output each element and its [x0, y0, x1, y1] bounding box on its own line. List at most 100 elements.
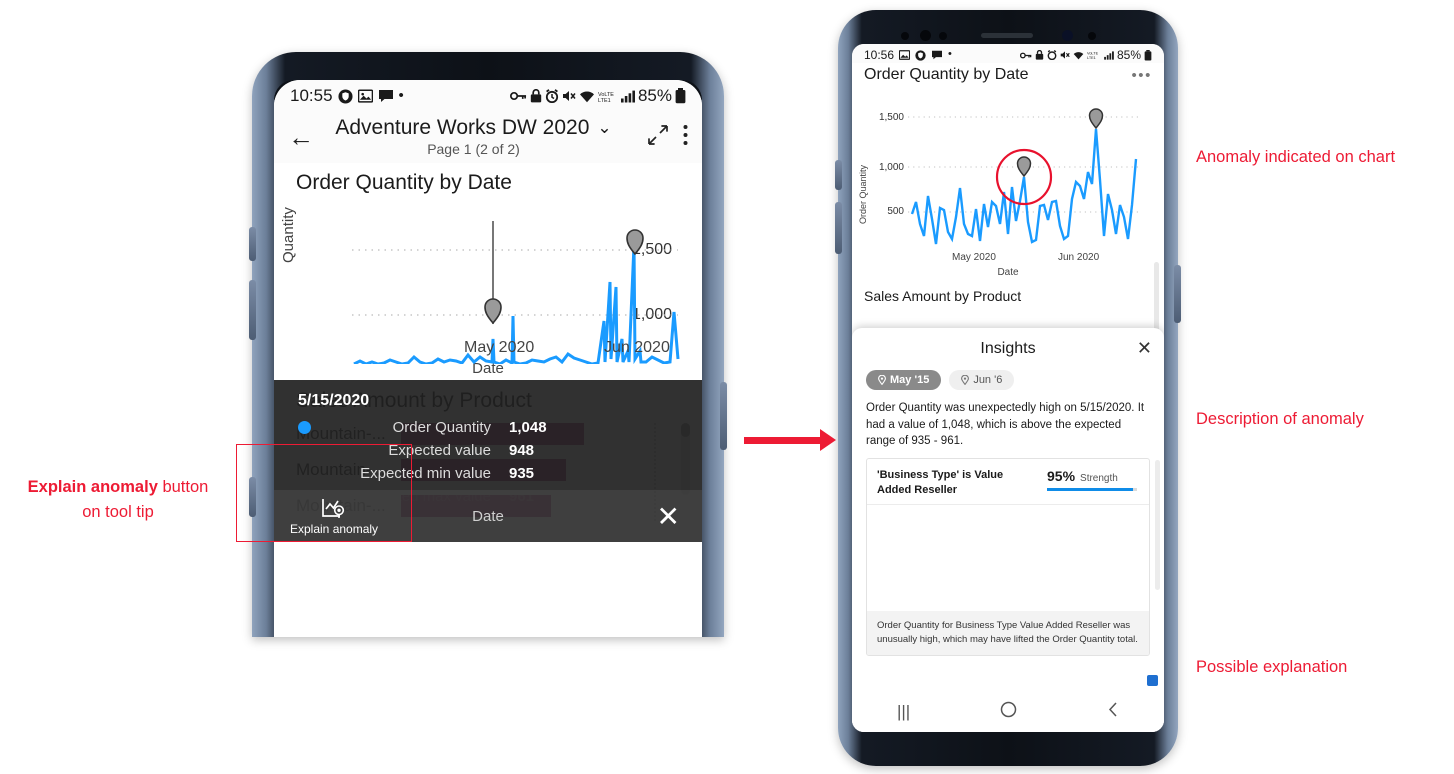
left-line-chart[interactable]: Quantity 1,500 1,000 May 2020 Jun 2020 [274, 199, 702, 364]
left-side-button[interactable] [835, 160, 842, 190]
expand-icon[interactable] [647, 124, 669, 152]
left-line-chart-title: Order Quantity by Date [296, 171, 512, 194]
transition-arrow-shaft [744, 437, 822, 444]
anomaly-marker-jun [1088, 108, 1104, 130]
right-chart-xlabel: Date [997, 267, 1019, 278]
sensor-dot-icon [1062, 30, 1073, 41]
insights-tab-label: Jun '6 [973, 374, 1003, 386]
message-icon [378, 90, 393, 102]
status-time: 10:56 [864, 48, 895, 62]
series-dot-icon [298, 421, 311, 434]
mute-icon [562, 91, 576, 101]
lock-icon [1035, 50, 1044, 60]
message-icon [932, 50, 943, 60]
back-icon[interactable] [1107, 701, 1119, 723]
battery-icon [675, 88, 686, 104]
power-button[interactable] [1174, 265, 1181, 323]
strength-label: Strength [1080, 473, 1118, 485]
card-divider [867, 503, 1149, 505]
insight-card-header: 'Business Type' is Value Added Reseller … [867, 459, 1149, 504]
image-icon [357, 89, 373, 103]
front-camera-icon [920, 30, 931, 41]
earpiece-speaker [981, 33, 1033, 38]
insights-tab-label: May '15 [890, 374, 930, 386]
insight-card-footer: Order Quantity for Business Type Value A… [867, 611, 1149, 656]
tooltip-value: 1,048 [509, 419, 547, 436]
shield-icon [915, 49, 926, 61]
strength-meter: 95% Strength [1047, 468, 1139, 492]
status-time: 10:55 [290, 86, 333, 105]
battery-percent: 85% [637, 86, 672, 105]
volte-icon: VoLTELTE1 [1087, 52, 1099, 60]
image-icon [899, 50, 911, 60]
right-chart-xtick-jun: Jun 2020 [1058, 252, 1100, 263]
tooltip-date: 5/15/2020 [298, 392, 370, 409]
left-status-bar: 10:55 • VoLTE LTE1 85% [274, 80, 702, 108]
annotation-explain-anomaly-line2: on tool tip [82, 502, 154, 521]
insights-tab-jun[interactable]: Jun '6 [949, 370, 1015, 390]
signal-icon [1104, 50, 1114, 60]
insights-tab-may[interactable]: May '15 [866, 370, 942, 390]
insights-title: Insights [980, 340, 1036, 357]
strength-value: 95% [1047, 468, 1076, 485]
pin-icon [961, 375, 970, 385]
sensor-dot-icon [939, 32, 947, 40]
key-icon [509, 91, 527, 101]
tooltip-label: Order Quantity [392, 419, 491, 436]
chevron-down-icon[interactable]: ⌄ [597, 118, 611, 138]
app-bar-titles: Adventure Works DW 2020 ⌄ Page 1 (2 of 2… [314, 116, 633, 157]
insight-card-heading: 'Business Type' is Value Added Reseller [877, 469, 1004, 496]
tooltip-value: 935 [509, 465, 535, 482]
battery-percent: 85% [1116, 48, 1141, 62]
left-phone-screen: 10:55 • VoLTE LTE1 85% ← Adventure Works… [274, 80, 702, 637]
recents-icon[interactable]: ||| [897, 702, 910, 722]
insights-scrollbar[interactable] [1155, 460, 1160, 590]
insight-card[interactable]: 'Business Type' is Value Added Reseller … [866, 458, 1150, 657]
anomaly-marker-may [484, 298, 502, 325]
home-icon[interactable] [1000, 701, 1017, 723]
dot-icon: • [948, 48, 952, 61]
left-side-button[interactable] [249, 227, 256, 261]
right-status-bar: 10:56 • VoLTE LTE1 85% [852, 44, 1164, 63]
left-chart-xtick-jun: Jun 2020 [604, 339, 670, 356]
wifi-icon [579, 91, 594, 102]
insights-description: Order Quantity was unexpectedly high on … [866, 402, 1145, 448]
insights-sheet: Insights ✕ May '15 Jun '6 Order Quantity… [852, 328, 1164, 732]
battery-icon [1144, 49, 1152, 60]
sensor-dot-icon [901, 32, 909, 40]
more-horizontal-icon[interactable]: ••• [1131, 67, 1152, 84]
anomaly-marker-may [1016, 156, 1032, 178]
svg-text:LTE1: LTE1 [598, 97, 611, 102]
svg-text:VoLTE: VoLTE [1087, 52, 1099, 56]
explain-anomaly-callout-box [236, 444, 412, 542]
right-chart-xtick-may: May 2020 [952, 252, 996, 263]
wifi-icon [1073, 51, 1084, 59]
right-line-chart[interactable]: Order Quantity 1,500 1,000 500 May 2020 … [852, 84, 1164, 284]
close-icon[interactable]: ✕ [1137, 338, 1152, 359]
annotation-explain-anomaly: Explain anomaly button on tool tip [4, 475, 232, 525]
more-vertical-icon[interactable] [683, 124, 688, 152]
tooltip-value: 948 [509, 442, 535, 459]
report-page-subtitle: Page 1 (2 of 2) [427, 141, 520, 157]
tooltip-row: Order Quantity 1,048 [274, 416, 702, 439]
shield-icon [338, 88, 353, 104]
power-button[interactable] [720, 382, 727, 450]
annotation-explain-anomaly-bold: Explain anomaly [27, 478, 158, 496]
volte-icon: VoLTELTE1 [598, 92, 614, 103]
volume-button[interactable] [249, 280, 256, 340]
lock-icon [530, 89, 542, 103]
volume-button[interactable] [835, 202, 842, 254]
insights-header: Insights ✕ [852, 328, 1164, 366]
dot-icon: • [398, 87, 404, 105]
sensor-dot-icon [1088, 32, 1096, 40]
back-arrow-icon[interactable]: ← [288, 124, 314, 150]
right-line-chart-title: Order Quantity by Date [864, 66, 1029, 83]
alarm-icon [1047, 50, 1057, 60]
report-title-row[interactable]: Adventure Works DW 2020 ⌄ [314, 116, 633, 140]
annotation-anomaly-on-chart: Anomaly indicated on chart [1196, 148, 1396, 166]
right-phone-screen: 10:56 • VoLTE LTE1 85% Order Quantity by … [852, 44, 1164, 732]
insights-tabs: May '15 Jun '6 [852, 366, 1164, 390]
report-title: Adventure Works DW 2020 [335, 116, 590, 139]
anomaly-marker-jun [626, 229, 644, 256]
strength-fill [1047, 488, 1133, 492]
